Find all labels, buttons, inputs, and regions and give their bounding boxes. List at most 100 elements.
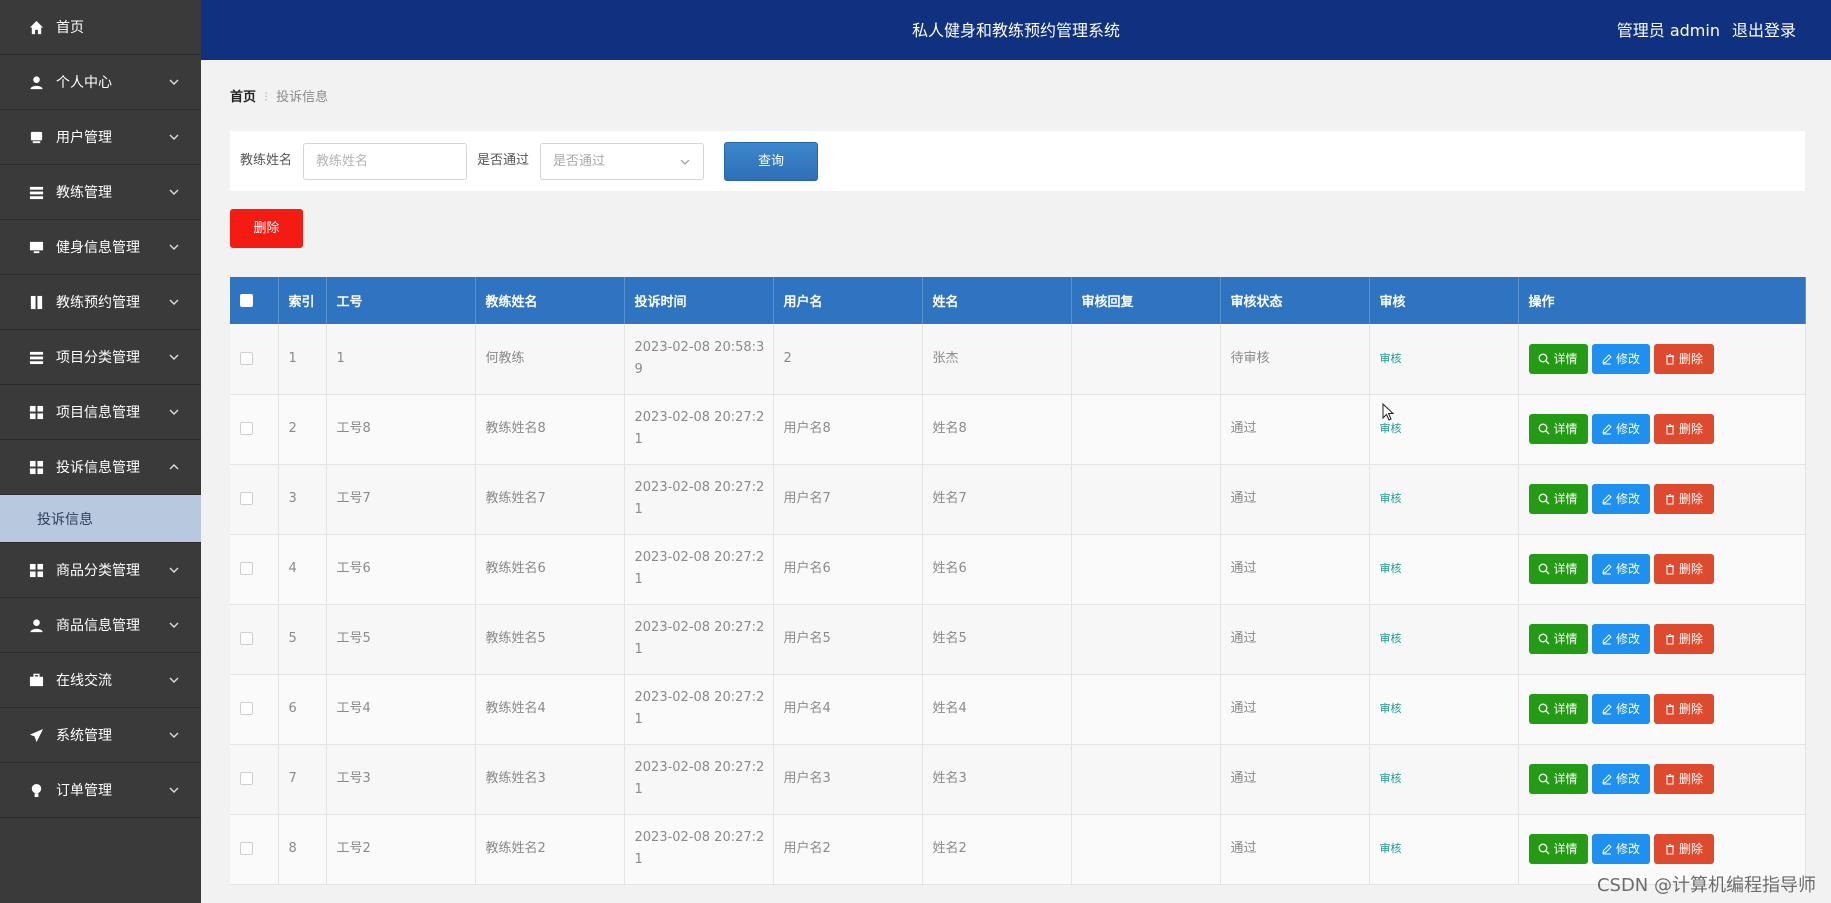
audit-link[interactable]: 审核 <box>1380 702 1402 715</box>
row-select-cell[interactable] <box>230 324 279 395</box>
delete-button[interactable]: 删除 <box>1653 414 1714 444</box>
query-button[interactable]: 查询 <box>724 142 818 181</box>
cell-name: 姓名5 <box>922 604 1072 675</box>
audit-link[interactable]: 审核 <box>1380 422 1402 435</box>
delete-button[interactable]: 删除 <box>1653 764 1714 794</box>
bulb-icon <box>28 782 44 798</box>
sidebar-item[interactable]: 教练管理 <box>0 165 201 220</box>
trash-icon <box>1664 423 1676 435</box>
audit-link[interactable]: 审核 <box>1380 772 1402 785</box>
row-select-cell[interactable] <box>230 674 279 745</box>
cell-username: 用户名6 <box>773 534 923 605</box>
edit-button[interactable]: 修改 <box>1591 414 1650 444</box>
sidebar-item[interactable]: 商品分类管理 <box>0 543 201 598</box>
row-select-cell[interactable] <box>230 394 279 465</box>
edit-button[interactable]: 修改 <box>1591 554 1650 584</box>
audit-link[interactable]: 审核 <box>1380 352 1402 365</box>
delete-button[interactable]: 删除 <box>1653 624 1714 654</box>
edit-button[interactable]: 修改 <box>1591 694 1650 724</box>
detail-label: 详情 <box>1553 422 1578 436</box>
trash-icon <box>1664 563 1676 575</box>
breadcrumb-home[interactable]: 首页 <box>230 90 256 105</box>
cell-index: 8 <box>278 814 327 885</box>
time-line-2: 1 <box>634 712 643 727</box>
search-icon <box>1538 843 1550 855</box>
column-header: 审核回复 <box>1071 277 1221 324</box>
row-select-cell[interactable] <box>230 534 279 605</box>
sidebar-item[interactable]: 首页 <box>0 0 201 55</box>
sidebar-item[interactable]: 商品信息管理 <box>0 598 201 653</box>
row-select-cell[interactable] <box>230 814 279 885</box>
column-header: 审核状态 <box>1220 277 1370 324</box>
delete-button[interactable]: 删除 <box>1653 694 1714 724</box>
chevron-down-icon <box>167 185 181 199</box>
sidebar-item[interactable]: 投诉信息 <box>0 495 201 543</box>
sidebar-item-label: 项目分类管理 <box>56 350 140 366</box>
row-checkbox[interactable] <box>240 632 253 645</box>
delete-button[interactable]: 删除 <box>1653 554 1714 584</box>
detail-button[interactable]: 详情 <box>1528 624 1588 654</box>
sidebar-item[interactable]: 教练预约管理 <box>0 275 201 330</box>
header-select-all[interactable] <box>230 277 279 324</box>
delete-button[interactable]: 删除 <box>1653 834 1714 864</box>
sidebar-item[interactable]: 项目信息管理 <box>0 385 201 440</box>
audit-link[interactable]: 审核 <box>1380 562 1402 575</box>
sidebar-item[interactable]: 健身信息管理 <box>0 220 201 275</box>
sidebar-item[interactable]: 在线交流 <box>0 653 201 708</box>
column-header: 操作 <box>1518 277 1806 324</box>
sidebar-item[interactable]: 用户管理 <box>0 110 201 165</box>
detail-button[interactable]: 详情 <box>1528 834 1588 864</box>
sidebar-item-label: 在线交流 <box>56 673 112 689</box>
detail-button[interactable]: 详情 <box>1528 414 1588 444</box>
row-select-cell[interactable] <box>230 744 279 815</box>
audit-link[interactable]: 审核 <box>1380 842 1402 855</box>
row-select-cell[interactable] <box>230 604 279 675</box>
sidebar-item[interactable]: 个人中心 <box>0 55 201 110</box>
sidebar-item[interactable]: 项目分类管理 <box>0 330 201 385</box>
row-select-cell[interactable] <box>230 464 279 535</box>
chevron-down-icon <box>167 783 181 797</box>
search-icon <box>1538 703 1550 715</box>
row-checkbox[interactable] <box>240 562 253 575</box>
audit-link[interactable]: 审核 <box>1380 492 1402 505</box>
select-all-checkbox[interactable] <box>240 294 253 307</box>
batch-delete-button[interactable]: 删除 <box>230 209 303 248</box>
pass-select[interactable]: 是否通过 <box>540 143 704 180</box>
edit-button[interactable]: 修改 <box>1591 624 1650 654</box>
row-checkbox[interactable] <box>240 351 253 365</box>
row-checkbox[interactable] <box>240 702 253 715</box>
detail-button[interactable]: 详情 <box>1528 694 1588 724</box>
row-checkbox[interactable] <box>240 842 253 855</box>
cell-index: 2 <box>278 394 327 465</box>
detail-button[interactable]: 详情 <box>1528 764 1588 794</box>
sidebar-item[interactable]: 系统管理 <box>0 708 201 763</box>
delete-button[interactable]: 删除 <box>1653 484 1714 514</box>
row-checkbox[interactable] <box>240 772 253 785</box>
sidebar-item[interactable]: 订单管理 <box>0 763 201 818</box>
edit-button[interactable]: 修改 <box>1591 484 1650 514</box>
detail-button[interactable]: 详情 <box>1528 343 1588 374</box>
sidebar-item[interactable]: 投诉信息管理 <box>0 440 201 495</box>
delete-label: 删除 <box>1678 422 1703 436</box>
edit-button[interactable]: 修改 <box>1591 764 1650 794</box>
chevron-down-icon <box>167 295 181 309</box>
edit-button[interactable]: 修改 <box>1591 343 1650 374</box>
logout-link[interactable]: 退出登录 <box>1732 21 1796 40</box>
row-checkbox[interactable] <box>240 422 253 435</box>
audit-link[interactable]: 审核 <box>1380 632 1402 645</box>
cell-coach: 教练姓名6 <box>475 534 625 605</box>
row-checkbox[interactable] <box>240 492 253 505</box>
complaint-table: 索引 工号 教练姓名 投诉时间 用户名 姓名 审核回复 审核状态 审核 操作 1… <box>230 277 1806 885</box>
cell-name: 姓名4 <box>922 674 1072 745</box>
edit-button[interactable]: 修改 <box>1591 834 1650 864</box>
coach-name-input[interactable] <box>303 143 467 180</box>
cell-reply <box>1071 604 1221 675</box>
breadcrumb-current: 投诉信息 <box>276 90 329 105</box>
chevron-down-icon <box>680 159 690 165</box>
cell-username: 用户名4 <box>773 674 923 745</box>
cell-time: 2023-02-08 20:27:2 1 <box>624 534 774 605</box>
detail-button[interactable]: 详情 <box>1528 484 1588 514</box>
detail-button[interactable]: 详情 <box>1528 554 1588 584</box>
delete-button[interactable]: 删除 <box>1653 343 1714 374</box>
sidebar-item-label: 首页 <box>56 20 84 36</box>
